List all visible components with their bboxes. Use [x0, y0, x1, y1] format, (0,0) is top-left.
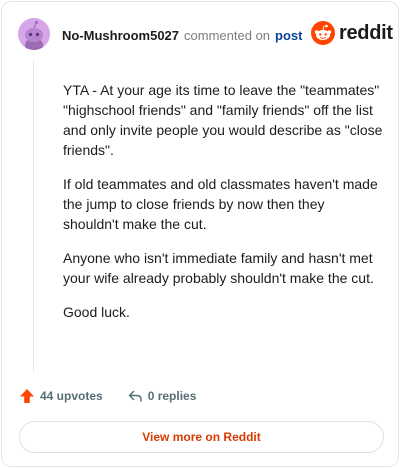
user-avatar-icon[interactable] — [18, 18, 50, 50]
replies-button[interactable]: 0 replies — [127, 388, 197, 404]
thread-line — [33, 60, 34, 372]
reddit-snoo-icon — [311, 21, 335, 45]
comment-header: No-Mushroom5027 commented on post — [62, 28, 302, 43]
comment-body: YTA - At your age its time to leave the … — [63, 80, 383, 336]
comment-paragraph: Anyone who isn't immediate family and ha… — [63, 250, 374, 286]
comment-paragraph: Good luck. — [63, 304, 130, 320]
post-link[interactable]: post — [275, 28, 302, 43]
upvote-button[interactable]: 44 upvotes — [19, 388, 103, 404]
comment-paragraph: If old teammates and old classmates have… — [63, 176, 378, 232]
commented-on-label: commented on — [184, 28, 271, 43]
comment-embed-card: No-Mushroom5027 commented on post reddit… — [1, 1, 399, 467]
view-more-on-reddit-button[interactable]: View more on Reddit — [19, 421, 384, 453]
reply-count: 0 replies — [147, 389, 197, 403]
comment-paragraph: YTA - At your age its time to leave the … — [63, 82, 383, 158]
upvote-count: 44 upvotes — [40, 389, 103, 403]
upvote-arrow-icon — [20, 389, 34, 403]
reply-arrow-icon — [128, 390, 142, 402]
reddit-logo[interactable]: reddit — [311, 21, 393, 45]
reddit-wordmark: reddit — [339, 22, 393, 44]
author-username[interactable]: No-Mushroom5027 — [62, 28, 179, 43]
comment-actions: 44 upvotes 0 replies — [19, 388, 196, 404]
